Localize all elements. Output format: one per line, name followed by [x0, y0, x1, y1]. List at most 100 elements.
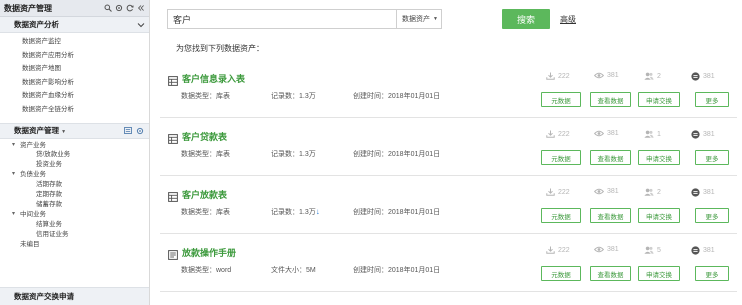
sidebar-title: 数据资产管理	[4, 3, 52, 13]
request-exchange-button[interactable]: 申请交换	[638, 266, 680, 281]
favorite-count: 381	[691, 246, 715, 255]
category-tree: ▾ 资产业务 贷/放款业务 投资业务 ▾ 负债业务 活期存款 定期存款 储蓄存款 ▾ 中间业务 结算业…	[0, 139, 149, 250]
download-count-value: 222	[558, 188, 570, 196]
request-exchange-button[interactable]: 申请交换	[638, 92, 680, 107]
tree-node-label: 资产业务	[20, 141, 46, 149]
result-card: 客户信息录入表 数据类型：库表 记录数：1.3万 创建时间：2018年01月01日 22…	[160, 66, 737, 118]
data-type-value: 库表	[216, 93, 230, 100]
table-icon	[168, 73, 178, 86]
sidebar: 数据资产管理 数据资产分析 数据资产监控 数据资产应用分析 数据资产地图 数据资…	[0, 0, 150, 305]
tree-node[interactable]: 储蓄存款	[12, 200, 149, 210]
tree-node[interactable]: ▾ 中间业务	[12, 210, 149, 220]
tree-node[interactable]: 结算业务	[12, 220, 149, 230]
result-title[interactable]: 客户贷款表	[182, 130, 227, 143]
data-type-label: 数据类型：	[181, 93, 216, 100]
data-type: 数据类型：库表	[181, 207, 230, 217]
result-card: 放款操作手册 数据类型：word 文件大小：5M 创建时间：2018年01月01日 22…	[160, 240, 737, 292]
section-header-management[interactable]: 数据资产管理 ▼	[0, 122, 149, 139]
view-data-button[interactable]: 查看数据	[590, 150, 631, 165]
tree-node[interactable]: 定期存款	[12, 190, 149, 200]
tree-node[interactable]: 未编目	[12, 240, 149, 250]
favorite-count: 381	[691, 130, 715, 139]
more-button[interactable]: 更多	[695, 208, 729, 223]
extra-value: 5M	[306, 267, 316, 274]
more-button[interactable]: 更多	[695, 92, 729, 107]
data-type-value: 库表	[216, 209, 230, 216]
extra-label: 文件大小：	[271, 267, 306, 274]
more-button[interactable]: 更多	[695, 150, 729, 165]
tree-node-label: 活期存款	[36, 181, 62, 189]
list-icon[interactable]	[124, 127, 132, 135]
view-count-value: 381	[607, 246, 619, 253]
results-heading: 为您找到下列数据资产：	[176, 44, 264, 53]
section-tools	[124, 127, 144, 135]
data-type: 数据类型：库表	[181, 91, 230, 101]
caret-down-icon: ▾	[12, 210, 16, 217]
tree-node[interactable]: 活期存款	[12, 180, 149, 190]
dropdown-arrow-icon: ▼	[433, 16, 438, 22]
advanced-search-link[interactable]: 高级	[560, 14, 576, 25]
settings-icon[interactable]	[115, 4, 123, 12]
result-title[interactable]: 客户放款表	[182, 188, 227, 201]
more-button[interactable]: 更多	[695, 266, 729, 281]
section-title: 数据资产管理 ▼	[14, 125, 66, 136]
download-count-value: 222	[558, 72, 570, 80]
search-input[interactable]	[168, 10, 396, 28]
metadata-button[interactable]: 元数据	[541, 208, 581, 223]
view-count: 381	[594, 246, 619, 253]
menu-item[interactable]: 数据资产监控	[22, 35, 149, 49]
tree-node-label: 负债业务	[20, 171, 46, 179]
request-exchange-button[interactable]: 申请交换	[638, 208, 680, 223]
created-value: 2018年01月01日	[388, 267, 441, 274]
user-count-value: 5	[657, 246, 661, 254]
collapse-icon[interactable]	[137, 4, 145, 12]
search-button[interactable]: 搜索	[502, 9, 550, 29]
user-count-value: 2	[657, 72, 661, 80]
menu-item[interactable]: 数据资产血缘分析	[22, 89, 149, 103]
download-count-value: 222	[558, 246, 570, 254]
created-value: 2018年01月01日	[388, 209, 441, 216]
metadata-button[interactable]: 元数据	[541, 92, 581, 107]
result-title[interactable]: 客户信息录入表	[182, 72, 245, 85]
record-count: 记录数：1.3万	[271, 149, 316, 159]
exchange-request-section[interactable]: 数据资产交换申请	[0, 287, 149, 305]
document-icon	[168, 247, 178, 260]
caret-down-icon: ▾	[12, 141, 16, 148]
view-data-button[interactable]: 查看数据	[590, 266, 631, 281]
extra-label: 记录数：	[271, 209, 299, 216]
table-icon	[168, 189, 178, 202]
search-type-select[interactable]: 数据资产 ▼	[396, 10, 441, 28]
created-value: 2018年01月01日	[388, 93, 441, 100]
tree-node[interactable]: 信用证业务	[12, 230, 149, 240]
tree-node[interactable]: 投资业务	[12, 160, 149, 170]
created-time: 创建时间：2018年01月01日	[353, 207, 440, 217]
request-exchange-button[interactable]: 申请交换	[638, 150, 680, 165]
tree-node[interactable]: ▾ 资产业务	[12, 141, 149, 151]
metadata-button[interactable]: 元数据	[541, 266, 581, 281]
analysis-menu: 数据资产监控 数据资产应用分析 数据资产地图 数据资产影响分析 数据资产血缘分析…	[0, 33, 149, 120]
refresh-icon[interactable]	[126, 4, 134, 12]
users-icon	[644, 130, 654, 138]
tree-node[interactable]: 贷/放款业务	[12, 150, 149, 160]
section-header-analysis[interactable]: 数据资产分析	[0, 17, 149, 33]
view-data-button[interactable]: 查看数据	[590, 208, 631, 223]
view-count: 381	[594, 188, 619, 195]
menu-item[interactable]: 数据资产地图	[22, 62, 149, 76]
search-icon[interactable]	[104, 4, 112, 12]
user-count: 2	[644, 188, 661, 196]
menu-item[interactable]: 数据资产全链分析	[22, 103, 149, 117]
extra-label: 记录数：	[271, 151, 299, 158]
menu-item[interactable]: 数据资产应用分析	[22, 49, 149, 63]
view-count: 381	[594, 72, 619, 79]
settings-icon[interactable]	[136, 127, 144, 135]
menu-item[interactable]: 数据资产影响分析	[22, 76, 149, 90]
search-box: 数据资产 ▼	[167, 9, 442, 29]
chevron-down-icon	[137, 22, 145, 27]
sidebar-header-tools	[104, 4, 145, 12]
metadata-button[interactable]: 元数据	[541, 150, 581, 165]
tree-node[interactable]: ▾ 负债业务	[12, 170, 149, 180]
eye-icon	[594, 188, 604, 195]
result-title[interactable]: 放款操作手册	[182, 246, 236, 259]
data-type-value: word	[216, 267, 232, 274]
view-data-button[interactable]: 查看数据	[590, 92, 631, 107]
